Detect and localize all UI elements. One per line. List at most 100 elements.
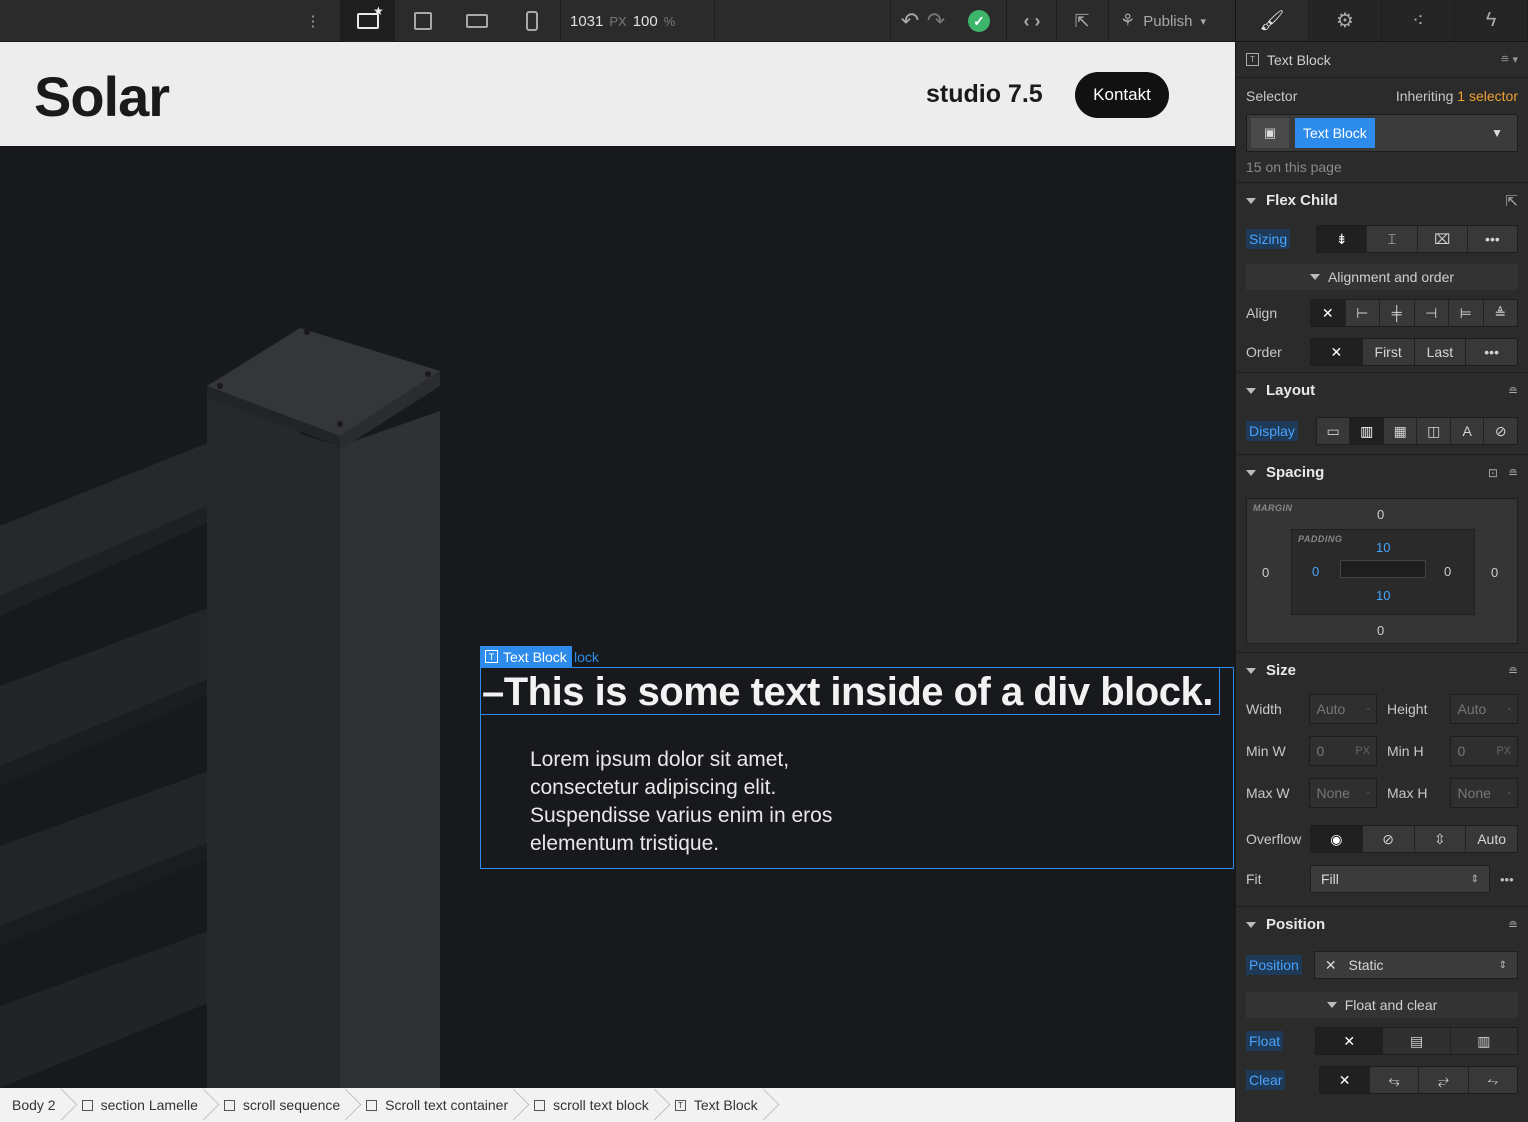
- site-navbar[interactable]: Solar studio 7.5 Kontakt: [0, 42, 1235, 146]
- save-status-button[interactable]: ✓: [966, 0, 992, 42]
- site-logo[interactable]: Solar: [34, 64, 170, 129]
- style-manager-tab-drops-icon[interactable]: ⁖: [1382, 0, 1455, 41]
- breakpoint-desktop-button[interactable]: ★: [341, 0, 395, 42]
- spacing-section-header[interactable]: Spacing ⊡ ≘: [1236, 454, 1528, 490]
- height-input[interactable]: Auto -: [1450, 694, 1518, 724]
- element-menu-icon[interactable]: ≘ ▾: [1500, 53, 1518, 66]
- no-shrink-icon[interactable]: ⌧: [1418, 226, 1468, 252]
- breadcrumb-item[interactable]: T Text Block: [663, 1088, 772, 1122]
- float-clear-subheader[interactable]: Float and clear: [1246, 992, 1518, 1018]
- breakpoint-tablet-button[interactable]: [396, 0, 450, 42]
- selector-state-icon[interactable]: ▣: [1251, 118, 1289, 148]
- padding-bottom-value[interactable]: 10: [1376, 588, 1390, 603]
- studio-link[interactable]: studio 7.5: [926, 80, 1043, 109]
- align-stretch-icon[interactable]: ⊨: [1449, 300, 1484, 326]
- max-width-unit[interactable]: -: [1366, 787, 1370, 799]
- display-inline-icon[interactable]: A: [1451, 418, 1485, 444]
- settings-tab-gear-icon[interactable]: ⚙: [1309, 0, 1382, 41]
- padding-left-value[interactable]: 0: [1312, 564, 1319, 579]
- min-height-input[interactable]: 0 PX: [1450, 736, 1518, 766]
- fit-select[interactable]: Fill ⇕: [1310, 865, 1490, 893]
- breadcrumb-item[interactable]: scroll text block: [522, 1088, 663, 1122]
- display-flex-icon[interactable]: ▥: [1350, 418, 1384, 444]
- min-height-unit[interactable]: PX: [1496, 745, 1511, 757]
- padding-right-value[interactable]: 0: [1444, 564, 1451, 579]
- scroll-icon[interactable]: ⇳: [1415, 826, 1467, 852]
- padding-top-value[interactable]: 10: [1376, 540, 1390, 555]
- float-left-icon[interactable]: ▤: [1383, 1028, 1451, 1054]
- display-inline-block-icon[interactable]: ◫: [1417, 418, 1451, 444]
- margin-right-value[interactable]: 0: [1491, 565, 1498, 580]
- clear-both-icon[interactable]: ⥊: [1469, 1067, 1517, 1093]
- export-icon[interactable]: ⇱: [1060, 0, 1104, 42]
- margin-left-value[interactable]: 0: [1262, 565, 1269, 580]
- eye-icon[interactable]: ◉: [1311, 826, 1363, 852]
- breadcrumb-item[interactable]: scroll sequence: [212, 1088, 354, 1122]
- max-height-input[interactable]: None -: [1450, 778, 1518, 808]
- display-block-icon[interactable]: ▭: [1317, 418, 1351, 444]
- spacing-options-icon[interactable]: ≘: [1508, 466, 1518, 480]
- undo-icon[interactable]: ↶: [898, 0, 922, 42]
- chevron-down-icon[interactable]: ▼: [1491, 126, 1503, 140]
- width-input[interactable]: Auto -: [1309, 694, 1377, 724]
- close-icon[interactable]: ✕: [1311, 339, 1363, 365]
- clear-left-icon[interactable]: ⥃: [1370, 1067, 1420, 1093]
- publish-button[interactable]: ⚘ Publish ▾: [1110, 0, 1235, 42]
- canvas-size-readout[interactable]: 1031 PX 100 %: [570, 0, 675, 42]
- clear-right-icon[interactable]: ⥂: [1419, 1067, 1469, 1093]
- close-icon[interactable]: ✕: [1316, 1028, 1384, 1054]
- more-icon[interactable]: •••: [1466, 339, 1517, 365]
- float-right-icon[interactable]: ▥: [1451, 1028, 1517, 1054]
- flex-child-section-header[interactable]: Flex Child ⇱: [1236, 182, 1528, 218]
- layout-section-header[interactable]: Layout ≘: [1236, 372, 1528, 408]
- align-start-icon[interactable]: ⊢: [1346, 300, 1380, 326]
- alignment-order-subheader[interactable]: Alignment and order: [1246, 264, 1518, 290]
- hero-section[interactable]: T Text Block lock –This is some text ins…: [0, 146, 1235, 1088]
- shrink-icon[interactable]: ⇟: [1317, 226, 1368, 252]
- selector-field[interactable]: ▣ Text Block ▼: [1246, 114, 1518, 152]
- style-tab-brush-icon[interactable]: 🖌: [1236, 0, 1309, 41]
- position-section-header[interactable]: Position ≘: [1236, 906, 1528, 942]
- min-width-unit[interactable]: PX: [1355, 745, 1370, 757]
- size-section-header[interactable]: Size ≘: [1236, 652, 1528, 688]
- display-grid-icon[interactable]: ▦: [1384, 418, 1418, 444]
- breakpoint-mobile-landscape-button[interactable]: [450, 0, 504, 42]
- align-end-icon[interactable]: ⊣: [1415, 300, 1449, 326]
- position-options-icon[interactable]: ≘: [1508, 918, 1518, 932]
- order-first-button[interactable]: First: [1363, 339, 1415, 365]
- code-icon[interactable]: ‹ ›: [1010, 0, 1054, 42]
- kontakt-button[interactable]: Kontakt: [1075, 72, 1169, 118]
- order-last-button[interactable]: Last: [1415, 339, 1467, 365]
- breadcrumb-item[interactable]: Scroll text container: [354, 1088, 522, 1122]
- breakpoint-mobile-portrait-button[interactable]: [505, 0, 559, 42]
- reset-arrow-icon[interactable]: ⇱: [1505, 192, 1518, 210]
- interactions-tab-lightning-icon[interactable]: ϟ: [1455, 0, 1528, 41]
- close-icon[interactable]: ✕: [1320, 1067, 1370, 1093]
- spacing-mode-icon[interactable]: ⊡: [1488, 466, 1498, 480]
- position-select[interactable]: ✕ Static ⇕: [1313, 951, 1518, 979]
- max-height-unit[interactable]: -: [1507, 787, 1511, 799]
- breadcrumb-item[interactable]: section Lamelle: [70, 1088, 212, 1122]
- eye-off-icon[interactable]: ⊘: [1363, 826, 1415, 852]
- selector-chip[interactable]: Text Block: [1295, 118, 1375, 148]
- more-icon[interactable]: •••: [1500, 872, 1514, 887]
- more-vertical-icon[interactable]: ⋮: [298, 0, 328, 42]
- margin-top-value[interactable]: 0: [1377, 507, 1384, 522]
- layout-options-icon[interactable]: ≘: [1508, 384, 1518, 398]
- align-baseline-icon[interactable]: ≜: [1484, 300, 1518, 326]
- size-options-icon[interactable]: ≘: [1508, 664, 1518, 678]
- redo-icon[interactable]: ↷: [924, 0, 948, 42]
- design-canvas[interactable]: Solar studio 7.5 Kontakt T Text Block lo…: [0, 42, 1235, 1088]
- inheriting-info[interactable]: Inheriting 1 selector: [1396, 88, 1518, 104]
- breadcrumb-item[interactable]: Body 2: [0, 1088, 70, 1122]
- align-center-icon[interactable]: ╪: [1380, 300, 1415, 326]
- selected-element-tag[interactable]: T Text Block: [480, 646, 572, 667]
- heading-text[interactable]: –This is some text inside of a div block…: [482, 670, 1213, 715]
- margin-bottom-value[interactable]: 0: [1377, 623, 1384, 638]
- grow-icon[interactable]: ⌶: [1367, 226, 1418, 252]
- display-none-icon[interactable]: ⊘: [1484, 418, 1517, 444]
- height-unit[interactable]: -: [1507, 703, 1511, 715]
- min-width-input[interactable]: 0 PX: [1309, 736, 1377, 766]
- paragraph-text[interactable]: Lorem ipsum dolor sit amet, consectetur …: [530, 746, 870, 858]
- width-unit[interactable]: -: [1366, 703, 1370, 715]
